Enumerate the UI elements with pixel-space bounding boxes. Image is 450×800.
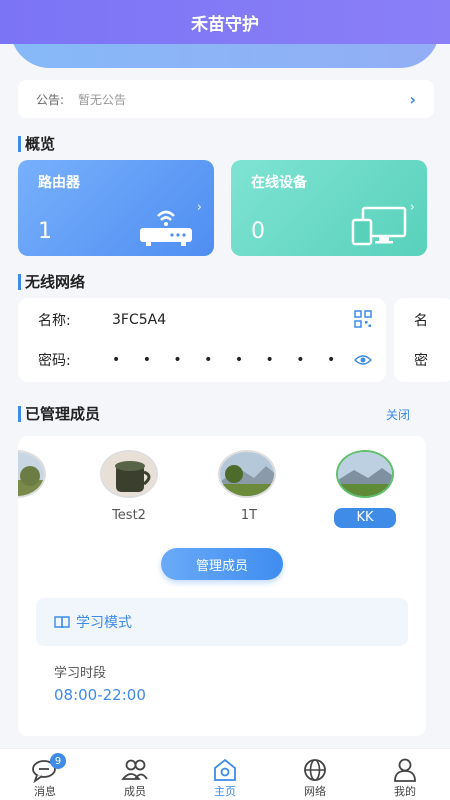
wifi-password-value: • • • • • • • • [112,352,345,368]
chevron-right-icon: › [196,200,202,215]
member-name: 1T [240,508,258,523]
wifi-card-next[interactable]: 名 密 [394,298,450,382]
wireless-title: 无线网络 [18,274,85,290]
wifi-card[interactable]: 名称: 3FC5A4 密码: • • • • • • • • [18,298,386,382]
study-period-value: 08:00-22:00 [54,686,146,704]
wifi-password-label: 密码: [38,353,71,369]
devices-label: 在线设备 [251,175,307,191]
wifi-name-label: 名称: [38,313,71,329]
chevron-right-icon: › [409,89,416,109]
members-title: 已管理成员 [18,406,100,422]
study-period-label: 学习时段 [54,666,107,681]
bottom-tab-bar: 9 消息 成员 主页 网络 我的 [0,748,450,800]
study-mode-bar[interactable]: 学习模式 [36,598,408,646]
tab-label: 网络 [304,785,326,798]
devices-card[interactable]: 在线设备 0 › [231,160,427,256]
overview-title: 概览 [18,136,55,152]
chevron-right-icon: › [409,200,415,215]
user-icon [394,758,416,782]
close-members-link[interactable]: 关闭 [386,406,410,423]
tab-home[interactable]: 主页 [190,757,260,799]
router-count: 1 [38,219,52,244]
member-avatar[interactable] [100,450,158,498]
member-avatar[interactable] [218,450,276,498]
app-title: 禾苗守护 [0,0,450,44]
router-card[interactable]: 路由器 1 › [18,160,214,256]
globe-icon [304,759,326,781]
tab-network[interactable]: 网络 [280,757,350,799]
tab-label: 消息 [34,785,56,798]
study-mode-label: 学习模式 [76,615,132,631]
message-badge: 9 [50,753,66,769]
tab-profile[interactable]: 我的 [370,757,440,799]
devices-icon [351,206,407,246]
wifi-name-value: 3FC5A4 [112,312,167,328]
home-icon [214,758,236,781]
book-icon [54,616,70,629]
notice-value: 暂无公告 [78,92,127,107]
tab-label: 成员 [124,785,146,798]
qr-code-icon[interactable] [354,310,372,328]
members-panel: Test2 1T KK 管理成员 学习模式 学习时段 08:00-22:00 [18,436,426,736]
manage-members-button[interactable]: 管理成员 [161,548,283,580]
notice-label: 公告: [36,92,65,107]
member-avatar-selected[interactable] [336,450,394,498]
member-name: Test2 [112,508,146,523]
router-label: 路由器 [38,175,80,191]
wifi-name-label: 名 [414,313,428,329]
devices-count: 0 [251,219,265,244]
tab-members[interactable]: 成员 [100,757,170,799]
tab-label: 主页 [214,785,236,798]
eye-icon[interactable] [354,354,372,366]
member-avatar[interactable] [18,450,46,498]
members-icon [121,759,148,780]
notice-bar[interactable]: 公告: 暂无公告 › [18,80,434,118]
router-icon [140,210,192,246]
tab-label: 我的 [394,785,416,798]
wifi-password-label: 密 [414,353,428,369]
tab-messages[interactable]: 9 消息 [10,753,80,799]
member-name-selected[interactable]: KK [334,508,396,528]
